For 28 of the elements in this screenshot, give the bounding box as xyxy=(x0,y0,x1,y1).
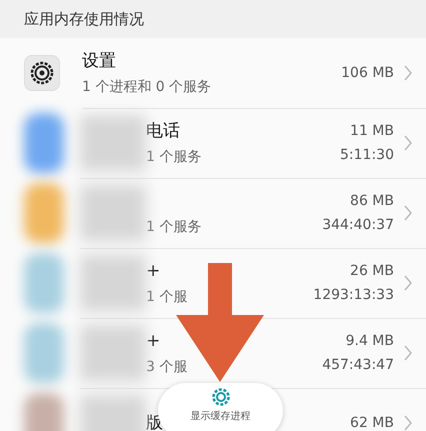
memory-size: 9.4 MB xyxy=(346,332,394,348)
process-count: 1 个进程和 0 个服务 xyxy=(82,78,212,96)
chevron-right-icon xyxy=(404,344,412,360)
process-count: 3 个服 xyxy=(146,358,188,376)
app-name: 设置 xyxy=(82,50,116,72)
memory-size: 11 MB xyxy=(350,122,394,138)
gear-icon xyxy=(30,61,54,85)
chevron-right-icon xyxy=(404,64,412,80)
run-time: 1293:13:33 xyxy=(313,286,394,302)
run-time: 344:40:37 xyxy=(322,216,394,232)
memory-size: 26 MB xyxy=(350,262,394,278)
settings-icon xyxy=(210,387,230,407)
app-name: 电话 xyxy=(146,120,180,142)
process-count: 1 个服务 xyxy=(146,148,202,166)
memory-size: 62 MB xyxy=(350,414,394,430)
app-name: + xyxy=(146,260,160,282)
run-time: 5:11:30 xyxy=(340,146,394,162)
chevron-right-icon xyxy=(404,134,412,150)
chevron-right-icon xyxy=(404,274,412,290)
chevron-right-icon xyxy=(404,204,412,220)
app-name: + xyxy=(146,330,160,352)
process-count: 1 个服务 xyxy=(146,218,202,236)
section-title: 应用内存使用情况 xyxy=(24,10,144,28)
memory-size: 86 MB xyxy=(350,192,394,208)
run-time: 457:43:47 xyxy=(322,356,394,372)
memory-size: 106 MB xyxy=(341,64,394,80)
chevron-right-icon xyxy=(404,414,412,430)
process-count: 1 个服 xyxy=(146,288,188,306)
